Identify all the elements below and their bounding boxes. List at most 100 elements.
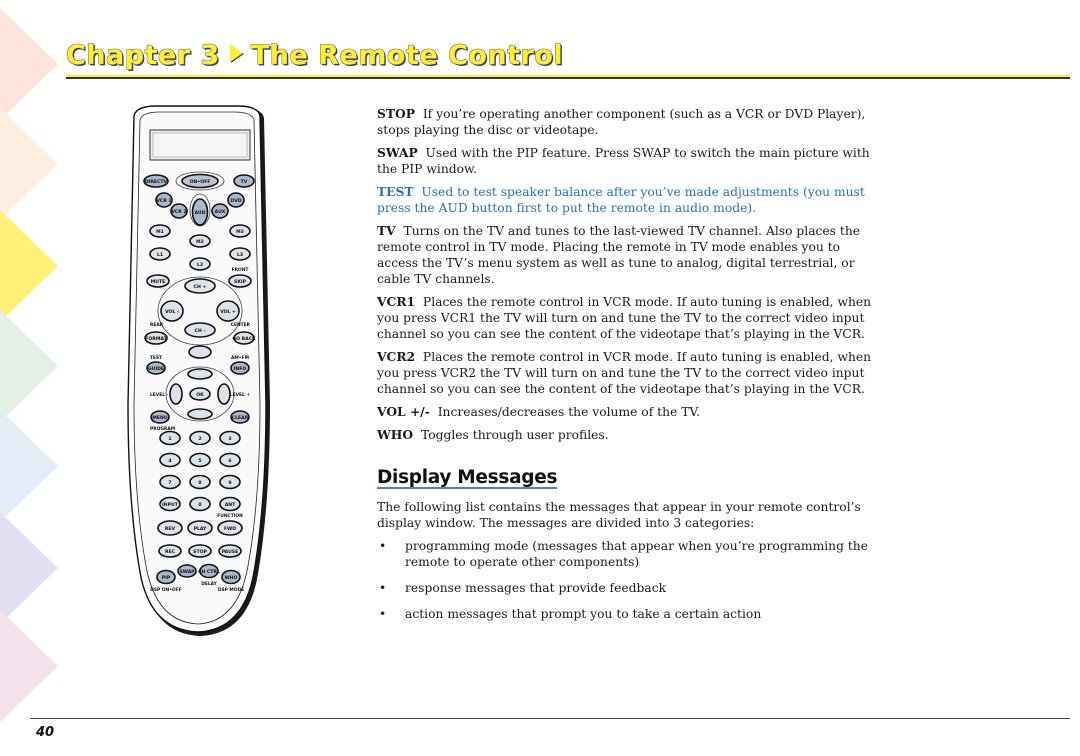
l2-button-label: L2 bbox=[197, 262, 203, 268]
definition-item: VOL +/- Increases/decreases the volume o… bbox=[377, 404, 877, 420]
pip-button-label: PIP bbox=[162, 575, 171, 581]
clear-button-label: CLEAR bbox=[232, 415, 249, 421]
aud-button-label: AUD bbox=[195, 210, 206, 216]
chevron-decor bbox=[0, 310, 58, 422]
up-arrow-button[interactable] bbox=[187, 368, 213, 380]
l3-button-label: L3 bbox=[237, 252, 243, 258]
definition-text: Used to test speaker balance after you’v… bbox=[377, 185, 865, 215]
dsp-mode-label: DSP MODE bbox=[218, 587, 244, 593]
definition-text: Toggles through user profiles. bbox=[413, 428, 609, 442]
definition-term: WHO bbox=[377, 427, 414, 442]
vcr1-button-label: VCR 1 bbox=[156, 198, 171, 204]
tv-button-label: TV bbox=[241, 179, 248, 185]
dvd-button-label: DVD bbox=[230, 198, 241, 204]
definition-term: TV bbox=[377, 223, 396, 238]
definition-term: TEST bbox=[377, 184, 414, 199]
definition-term: SWAP bbox=[377, 145, 418, 160]
m2-button-label: M2 bbox=[196, 239, 204, 245]
definition-item: VCR2 Places the remote control in VCR mo… bbox=[377, 349, 877, 397]
definition-item: TV Turns on the TV and tunes to the last… bbox=[377, 223, 877, 287]
fwd-button-label: FWD bbox=[224, 526, 236, 532]
definition-item: VCR1 Places the remote control in VCR mo… bbox=[377, 294, 877, 342]
list-item-text: response messages that provide feedback bbox=[405, 581, 667, 595]
zero-button-label: 0 bbox=[198, 502, 201, 508]
chevron-decor bbox=[0, 108, 58, 220]
list-item-text: action messages that prompt you to take … bbox=[405, 607, 762, 621]
definition-text: Places the remote control in VCR mode. I… bbox=[377, 295, 872, 341]
center-label: CENTER bbox=[231, 322, 251, 328]
digit-2-button-label: 2 bbox=[198, 436, 201, 442]
list-item: • action messages that prompt you to take… bbox=[377, 606, 877, 622]
ch-up-button-label: CH + bbox=[194, 284, 207, 290]
go-back-button-label: GO BACK bbox=[232, 336, 256, 342]
play-button-label: PLAY bbox=[194, 526, 207, 532]
right-arrow-button[interactable] bbox=[217, 383, 231, 405]
swap-button-label: SWAP bbox=[179, 569, 195, 575]
definition-item: SWAP Used with the PIP feature. Press SW… bbox=[377, 145, 877, 177]
message-categories-list: • programming mode (messages that appear … bbox=[377, 538, 877, 622]
digit-8-button-label: 8 bbox=[198, 480, 201, 486]
vol-up-button-label: VOL + bbox=[220, 309, 236, 315]
ant-button-label: ANT bbox=[225, 502, 236, 508]
function-label: FUNCTION bbox=[217, 513, 243, 519]
definition-text: Used with the PIP feature. Press SWAP to… bbox=[377, 146, 870, 176]
remote-svg: DIRECTV ON•OFF TV VCR 1VCR 2 AUD AUX DVD M1 M2 M3… bbox=[127, 105, 270, 636]
skip-button-label: SKIP bbox=[234, 279, 247, 285]
content-column: STOP If you’re operating another compone… bbox=[377, 106, 877, 632]
definition-term: VOL +/- bbox=[377, 404, 430, 419]
dsp-onoff-label: DSP ON•OFF bbox=[150, 587, 182, 593]
rear-label: REAR bbox=[150, 322, 164, 328]
definition-term: VCR1 bbox=[377, 294, 416, 309]
bullet-icon: • bbox=[379, 539, 387, 553]
guide-ring-button[interactable] bbox=[188, 345, 212, 359]
definition-text: Places the remote control in VCR mode. I… bbox=[377, 350, 872, 396]
ch-down-button-label: CH - bbox=[195, 328, 206, 334]
test-label: TEST bbox=[150, 355, 162, 361]
definition-text: Turns on the TV and tunes to the last-vi… bbox=[377, 224, 861, 286]
guide-button-label: GUIDE bbox=[148, 366, 164, 372]
page-number: 40 bbox=[36, 725, 55, 740]
directv-button-label: DIRECTV bbox=[145, 179, 168, 185]
m3-button-label: M3 bbox=[236, 229, 244, 235]
level-up-label: LEVEL + bbox=[230, 392, 251, 398]
remote-control-illustration: DIRECTV ON•OFF TV VCR 1 VCR 2 AUD AUX DVD M1 M2 M3… bbox=[120, 104, 280, 644]
triangle-right-icon bbox=[229, 44, 243, 62]
definition-item: STOP If you’re operating another compone… bbox=[377, 106, 877, 138]
rec-button-label: REC bbox=[165, 549, 176, 555]
aux-button-label: AUX bbox=[215, 209, 226, 215]
who-button-label: WHO bbox=[225, 575, 238, 581]
chapter-title: Chapter 3 The Remote Control bbox=[66, 40, 563, 71]
definition-text: Increases/decreases the volume of the TV… bbox=[429, 405, 701, 419]
left-arrow-button[interactable] bbox=[169, 383, 183, 405]
stop-button-label: STOP bbox=[193, 549, 207, 555]
digit-4-button-label: 4 bbox=[168, 458, 171, 464]
vcr2-button-label: VCR 2 bbox=[171, 209, 186, 215]
vol-down-button-label: VOL - bbox=[165, 309, 179, 315]
footer-rule bbox=[30, 718, 1070, 719]
list-item-text: programming mode (messages that appear w… bbox=[405, 539, 869, 569]
chevron-decor bbox=[0, 8, 58, 120]
digit-6-button-label: 6 bbox=[228, 458, 231, 464]
mute-button-label: MUTE bbox=[151, 279, 166, 285]
list-item: • response messages that provide feedback bbox=[377, 580, 877, 596]
bullet-icon: • bbox=[379, 607, 387, 621]
chapter-label: Chapter 3 bbox=[66, 40, 220, 71]
chevron-decor bbox=[0, 410, 58, 522]
definition-term: VCR2 bbox=[377, 349, 416, 364]
list-item: • programming mode (messages that appear … bbox=[377, 538, 877, 570]
am-fm-label: AM•FM bbox=[231, 355, 249, 361]
delay-label: DELAY bbox=[201, 581, 217, 587]
digit-3-button-label: 3 bbox=[228, 436, 231, 442]
digit-9-button-label: 9 bbox=[228, 480, 231, 486]
definition-item: WHO Toggles through user profiles. bbox=[377, 427, 877, 443]
digit-5-button-label: 5 bbox=[198, 458, 201, 464]
down-arrow-button[interactable] bbox=[187, 408, 213, 420]
title-rule bbox=[66, 75, 1070, 79]
chevron-decor bbox=[0, 512, 58, 624]
digit-1-button-label: 1 bbox=[168, 436, 171, 442]
rev-button-label: REV bbox=[165, 526, 176, 532]
definition-text: If you’re operating another component (s… bbox=[377, 107, 866, 137]
ok-button-label: OK bbox=[196, 392, 204, 398]
definitions-list: STOP If you’re operating another compone… bbox=[377, 106, 877, 443]
format-button-label: FORMAT bbox=[145, 336, 167, 342]
